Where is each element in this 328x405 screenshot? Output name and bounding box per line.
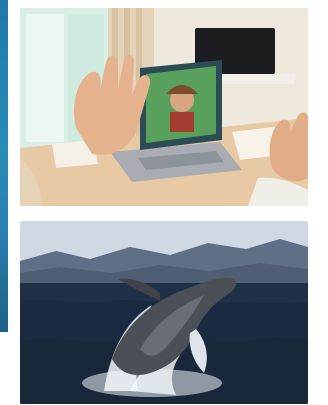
left-photo-edge-strip <box>0 0 8 332</box>
whale-breach-photo <box>20 221 308 404</box>
video-call-illustration <box>20 8 308 206</box>
whale-breach-illustration <box>20 221 308 404</box>
video-call-photo <box>20 8 308 206</box>
